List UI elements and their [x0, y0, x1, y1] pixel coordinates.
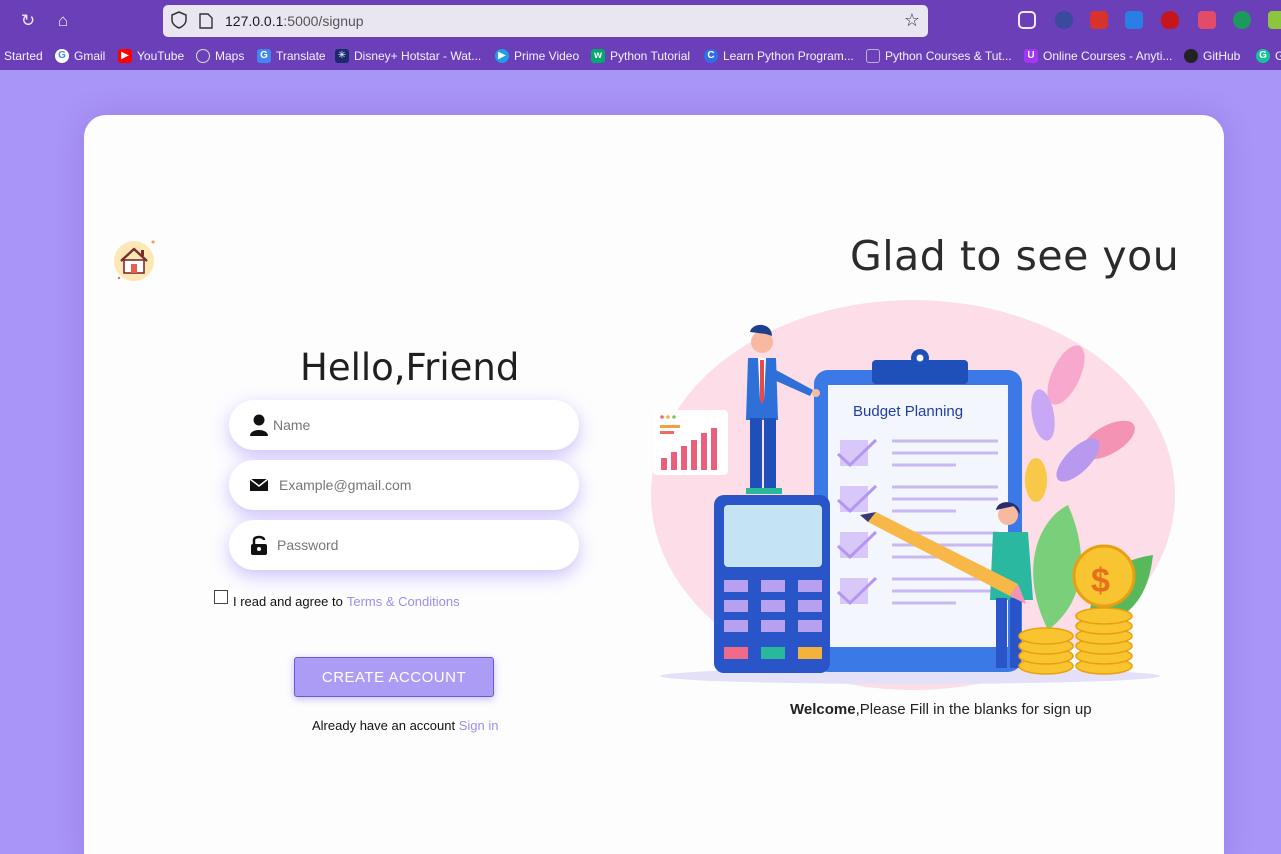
bookmark-maps[interactable]: Maps [196, 47, 244, 65]
bookmark-hotstar[interactable]: ✳ Disney+ Hotstar - Wat... [335, 47, 481, 65]
ublock-icon[interactable] [1161, 11, 1179, 29]
glad-heading: Glad to see you [850, 232, 1180, 280]
budget-planning-illustration: Budget Planning $ [651, 300, 1175, 690]
pdf-extension-icon[interactable] [1090, 11, 1108, 29]
terms-text: I read and agree to [233, 594, 343, 609]
bookmark-youtube[interactable]: ▶ YouTube [118, 47, 184, 65]
google-icon: G [55, 49, 69, 63]
welcome-text: Welcome,Please Fill in the blanks for si… [790, 701, 1092, 718]
page-icon [866, 49, 880, 63]
reload-icon[interactable]: ↻ [17, 10, 39, 32]
password-input[interactable] [277, 530, 557, 560]
bookmarks-bar: g Started GGmail ▶YouTube Maps GTranslat… [0, 42, 1281, 70]
s-extension-icon[interactable] [1125, 11, 1143, 29]
w3-icon: w [591, 49, 605, 63]
create-account-button[interactable]: CREATE ACCOUNT [294, 657, 494, 697]
overflow-extension-icon[interactable] [1268, 11, 1281, 29]
terms-row: I read and agree to Terms & Conditions [214, 589, 460, 609]
bookmark-python-tutorial[interactable]: w Python Tutorial [591, 47, 690, 65]
bookmark-getting-started[interactable]: g Started [0, 47, 43, 65]
welcome-rest: ,Please Fill in the blanks for sign up [855, 701, 1092, 718]
bookmark-github[interactable]: GitHub [1184, 47, 1240, 65]
password-field [229, 520, 579, 570]
bookmark-translate[interactable]: G Translate [257, 47, 326, 65]
extension-icon[interactable] [1055, 11, 1073, 29]
page-info-icon[interactable] [199, 13, 213, 29]
user-icon [250, 414, 268, 436]
signin-prompt-text: Already have an account [312, 718, 456, 733]
bookmark-prime-video[interactable]: ▶ Prime Video [495, 47, 579, 65]
udemy-icon: U [1024, 49, 1038, 63]
youtube-icon: ▶ [118, 49, 132, 63]
page-title: Hello,Friend [300, 346, 520, 389]
globe-icon [196, 49, 210, 63]
signin-link[interactable]: Sign in [459, 718, 499, 733]
url-text[interactable]: 127.0.0.1:5000/signup [225, 13, 364, 29]
lock-icon [251, 535, 267, 555]
svg-text:$: $ [1091, 562, 1110, 600]
name-input[interactable] [273, 410, 553, 440]
bookmark-learn-python[interactable]: C Learn Python Program... [704, 47, 854, 65]
prime-video-icon: ▶ [495, 49, 509, 63]
bookmark-gmail[interactable]: G Gmail [55, 47, 105, 65]
bookmark-python-courses[interactable]: Python Courses & Tut... [866, 47, 1012, 65]
illustration-title: Budget Planning [853, 403, 963, 420]
name-field [229, 400, 579, 450]
bookmark-star-icon[interactable]: ☆ [904, 10, 920, 31]
bookmark-grammarly[interactable]: GG [1256, 47, 1281, 65]
github-icon [1184, 49, 1198, 63]
address-bar[interactable]: 127.0.0.1:5000/signup ☆ [163, 5, 928, 37]
home-logo-icon[interactable] [111, 238, 157, 284]
pocket-icon[interactable] [1018, 11, 1036, 29]
mail-icon [249, 478, 269, 491]
email-field [229, 460, 579, 510]
shield-icon[interactable] [171, 11, 187, 29]
email-input[interactable] [279, 470, 559, 500]
signin-prompt: Already have an account Sign in [312, 718, 498, 733]
terms-checkbox[interactable] [214, 589, 228, 604]
terms-link[interactable]: Terms & Conditions [347, 594, 460, 609]
grammarly-icon: G [1256, 49, 1270, 63]
notification-extension-icon[interactable] [1198, 11, 1216, 29]
c-icon: C [704, 49, 718, 63]
check-extension-icon[interactable] [1233, 11, 1251, 29]
home-icon[interactable]: ⌂ [52, 10, 74, 32]
bookmark-online-courses[interactable]: U Online Courses - Anyti... [1024, 47, 1172, 65]
hotstar-icon: ✳ [335, 49, 349, 63]
translate-icon: G [257, 49, 271, 63]
browser-toolbar: ↻ ⌂ 127.0.0.1:5000/signup ☆ [0, 0, 1281, 42]
welcome-bold: Welcome [790, 701, 856, 718]
